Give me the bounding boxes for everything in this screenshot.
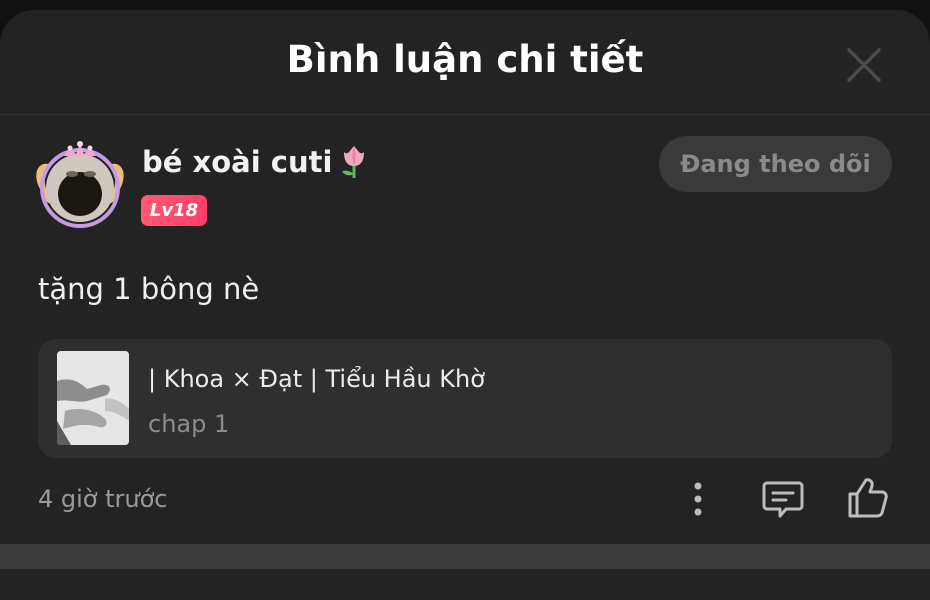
story-title: | Khoa × Đạt | Tiểu Hầu Khờ <box>148 365 485 393</box>
sheet-header: Bình luận chi tiết <box>0 10 930 115</box>
tulip-icon <box>338 144 370 180</box>
comment-text: tặng 1 bông nè <box>38 272 260 306</box>
close-icon[interactable] <box>845 46 883 84</box>
username[interactable]: bé xoài cuti <box>142 144 370 180</box>
bottom-divider-bar <box>0 544 930 569</box>
story-cover-image <box>57 351 129 445</box>
comment-icon[interactable] <box>762 478 804 520</box>
avatar[interactable] <box>32 134 128 234</box>
comment-detail-sheet: Bình luận chi tiết bé xoài cuti Lv18 Đan… <box>0 10 930 600</box>
story-card[interactable]: | Khoa × Đạt | Tiểu Hầu Khờ chap 1 <box>38 339 892 458</box>
username-text: bé xoài cuti <box>142 145 333 179</box>
comment-timestamp: 4 giờ trước <box>38 485 168 513</box>
following-button[interactable]: Đang theo dõi <box>659 136 892 192</box>
story-chapter: chap 1 <box>148 410 230 438</box>
level-badge: Lv18 <box>141 195 207 226</box>
thumbs-up-icon[interactable] <box>846 476 890 520</box>
more-vertical-icon[interactable] <box>684 478 712 520</box>
page-title: Bình luận chi tiết <box>286 38 644 81</box>
